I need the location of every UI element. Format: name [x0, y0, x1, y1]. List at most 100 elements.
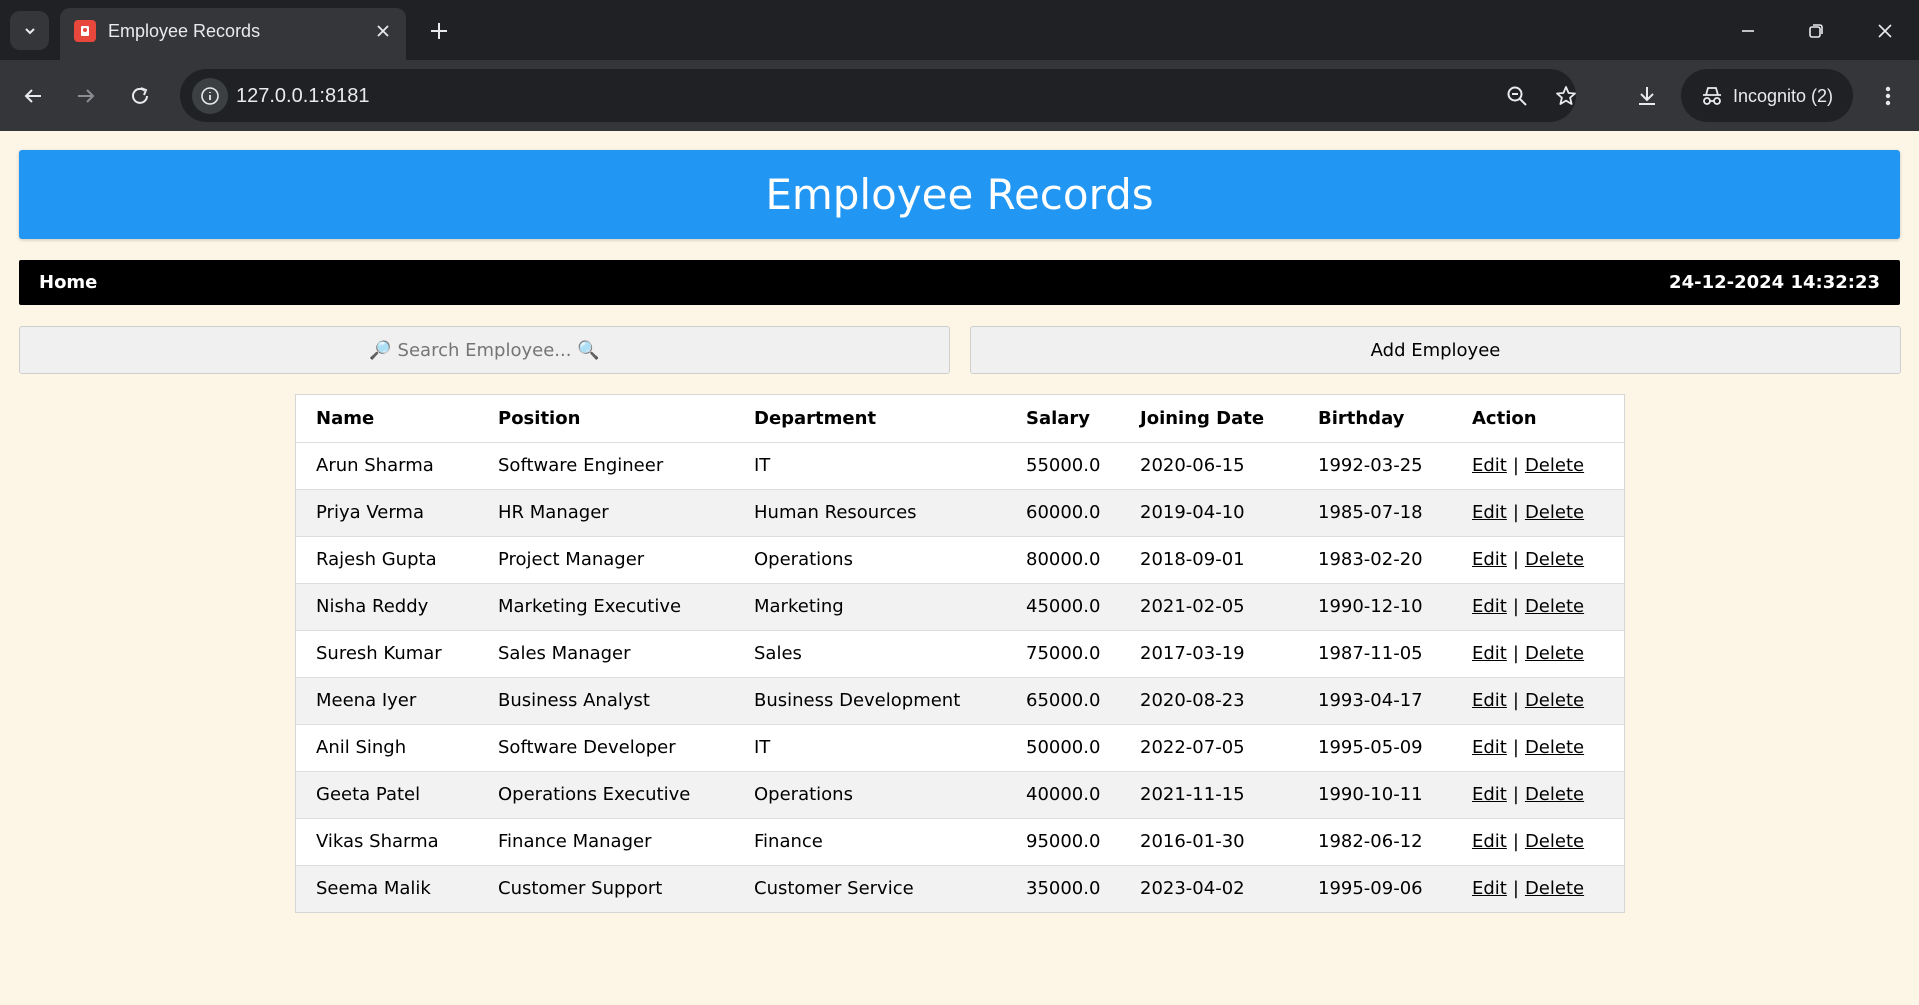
back-arrow-icon[interactable] — [15, 78, 51, 114]
top-navbar: Home 24-12-2024 14:32:23 — [19, 260, 1900, 305]
cell-position: Finance Manager — [478, 818, 734, 866]
page-title: Employee Records — [765, 170, 1154, 219]
cell-joining-date: 2018-09-01 — [1120, 536, 1298, 584]
minimize-icon[interactable] — [1731, 14, 1765, 48]
cell-birthday: 1992-03-25 — [1298, 442, 1452, 490]
tab-search-button[interactable] — [10, 11, 49, 50]
cell-joining-date: 2023-04-02 — [1140, 878, 1245, 900]
cell-position: Software Engineer — [478, 442, 734, 490]
kebab-menu-icon[interactable] — [1870, 78, 1906, 114]
edit-link[interactable]: Edit — [1472, 831, 1507, 852]
browser-tab-strip: Employee Records — [0, 0, 1919, 60]
cell-salary: 95000.0 — [1006, 818, 1120, 866]
cell-name: Arun Sharma — [296, 442, 478, 490]
cell-joining-date: 2019-04-10 — [1120, 489, 1298, 537]
delete-link[interactable]: Delete — [1525, 455, 1584, 476]
close-tab-icon[interactable] — [372, 20, 394, 42]
cell-salary: 80000.0 — [1006, 536, 1120, 584]
new-tab-icon[interactable] — [424, 16, 454, 46]
bookmark-star-icon[interactable] — [1549, 79, 1583, 113]
table-row: Priya Verma HR Manager Human Resources 6000… — [296, 489, 1624, 537]
download-icon[interactable] — [1629, 78, 1665, 114]
table-row: Nisha Reddy Marketing Executive Marketing 4… — [296, 583, 1624, 631]
cell-joining-date: 2021-02-05 — [1120, 583, 1298, 631]
edit-link[interactable]: Edit — [1472, 455, 1507, 476]
action-separator: | — [1512, 643, 1519, 664]
cell-birthday: 1987-11-05 — [1298, 630, 1452, 678]
reload-icon[interactable] — [122, 78, 158, 114]
address-bar[interactable]: 127.0.0.1:8181 — [180, 69, 1576, 122]
cell-department: Customer Service — [754, 878, 914, 900]
action-separator: | — [1512, 549, 1519, 570]
cell-department: IT — [734, 442, 1006, 490]
browser-tab[interactable]: Employee Records — [60, 8, 406, 60]
add-employee-button[interactable]: Add Employee — [970, 326, 1901, 374]
cell-position: Project Manager — [478, 536, 734, 584]
delete-link[interactable]: Delete — [1525, 643, 1584, 664]
edit-link[interactable]: Edit — [1472, 643, 1507, 664]
cell-department: Marketing — [734, 583, 1006, 631]
edit-link[interactable]: Edit — [1472, 737, 1507, 758]
cell-birthday: 1982-06-12 — [1298, 818, 1452, 866]
chevron-down-icon — [24, 27, 35, 34]
table-row: Meena Iyer Business Analyst Business Devel… — [296, 677, 1624, 725]
cell-action: Edit | Delete — [1452, 677, 1624, 725]
cell-name: Anil Singh — [296, 724, 478, 772]
delete-link[interactable]: Delete — [1525, 690, 1584, 711]
edit-link[interactable]: Edit — [1472, 596, 1507, 617]
edit-link[interactable]: Edit — [1472, 784, 1507, 805]
table-row: Geeta Patel Operations Executive Operation… — [296, 771, 1624, 819]
edit-link[interactable]: Edit — [1472, 549, 1507, 570]
nav-home-link[interactable]: Home — [39, 272, 97, 294]
delete-link[interactable]: Delete — [1525, 831, 1584, 852]
table-row: Seema Malik Customer Support Customer Serv… — [296, 865, 1624, 912]
cell-department: IT — [734, 724, 1006, 772]
table-header-row: Name Position Department Salary Joining Date… — [296, 395, 1624, 443]
restore-icon[interactable] — [1799, 14, 1833, 48]
table-row: Arun Sharma Software Engineer IT 55000.0 202… — [296, 442, 1624, 490]
delete-link[interactable]: Delete — [1525, 596, 1584, 617]
cell-department: Human Resources — [734, 489, 1006, 537]
delete-link[interactable]: Delete — [1525, 878, 1584, 899]
cell-joining-date: 2017-03-19 — [1120, 630, 1298, 678]
employee-table: Name Position Department Salary Joining Date… — [296, 395, 1624, 912]
cell-department: Business Development — [734, 677, 1006, 725]
forward-arrow-icon[interactable] — [68, 78, 104, 114]
tab-title: Employee Records — [108, 21, 261, 41]
table-row: Anil Singh Software Developer IT 50000.0 202… — [296, 724, 1624, 772]
cell-birthday: 1993-04-17 — [1298, 677, 1452, 725]
cell-name: Nisha Reddy — [296, 583, 478, 631]
cell-birthday: 1995-05-09 — [1298, 724, 1452, 772]
cell-position: Marketing Executive — [478, 583, 734, 631]
cell-action: Edit | Delete — [1452, 536, 1624, 584]
cell-salary: 35000.0 — [1026, 878, 1101, 900]
browser-toolbar: 127.0.0.1:8181 Incognito (2) — [0, 60, 1919, 131]
cell-action: Edit | Delete — [1452, 724, 1624, 772]
cell-department: Operations — [734, 771, 1006, 819]
table-row: Vikas Sharma Finance Manager Finance 95000.… — [296, 818, 1624, 866]
delete-link[interactable]: Delete — [1525, 737, 1584, 758]
close-window-icon[interactable] — [1868, 14, 1902, 48]
table-row: Rajesh Gupta Project Manager Operations 800… — [296, 536, 1624, 584]
cell-name: Geeta Patel — [296, 771, 478, 819]
edit-link[interactable]: Edit — [1472, 878, 1507, 899]
action-separator: | — [1512, 784, 1519, 805]
cell-joining-date: 2020-08-23 — [1120, 677, 1298, 725]
employee-table-container: Name Position Department Salary Joining Date… — [295, 394, 1625, 913]
page-header: Employee Records — [19, 150, 1900, 239]
search-input[interactable] — [19, 326, 950, 374]
delete-link[interactable]: Delete — [1525, 784, 1584, 805]
cell-salary: 45000.0 — [1006, 583, 1120, 631]
cell-name: Meena Iyer — [296, 677, 478, 725]
cell-joining-date: 2020-06-15 — [1120, 442, 1298, 490]
favicon-icon — [74, 20, 96, 42]
zoom-icon[interactable] — [1500, 79, 1534, 113]
delete-link[interactable]: Delete — [1525, 502, 1584, 523]
cell-joining-date: 2016-01-30 — [1120, 818, 1298, 866]
delete-link[interactable]: Delete — [1525, 549, 1584, 570]
edit-link[interactable]: Edit — [1472, 690, 1507, 711]
edit-link[interactable]: Edit — [1472, 502, 1507, 523]
cell-action: Edit | Delete — [1452, 442, 1624, 490]
incognito-button[interactable]: Incognito (2) — [1681, 69, 1853, 122]
site-info-icon[interactable] — [192, 78, 228, 114]
